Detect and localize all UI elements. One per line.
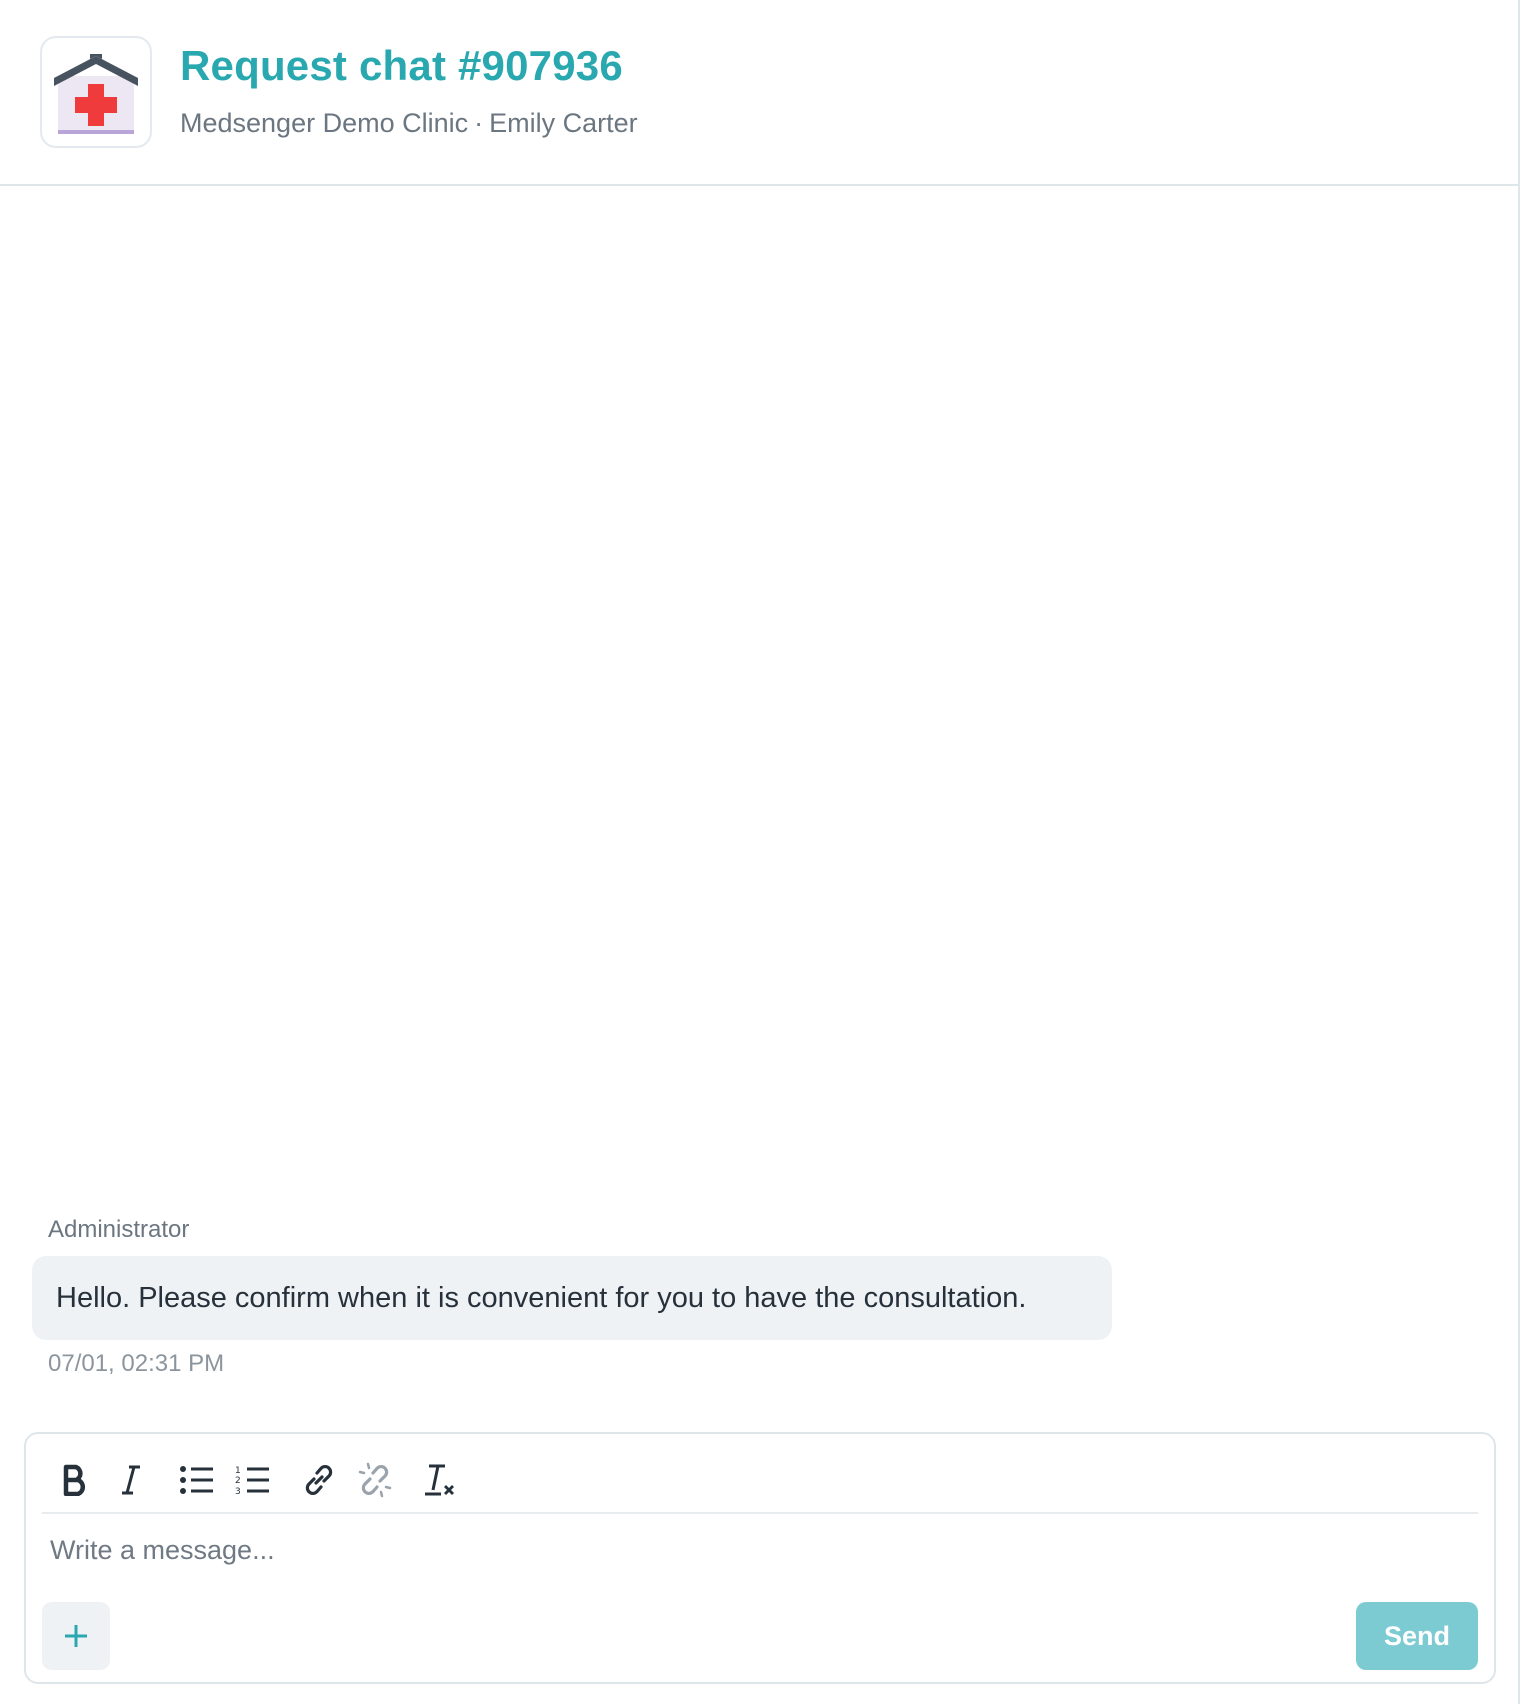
message-input[interactable] [50,1526,1470,1574]
message-bubble: Hello. Please confirm when it is conveni… [32,1256,1112,1340]
svg-text:2: 2 [235,1476,241,1486]
bold-icon[interactable] [52,1457,98,1503]
plus-icon [65,1625,87,1647]
chat-subtitle: Medsenger Demo Clinic · Emily Carter [180,108,638,139]
separator: · [474,108,484,138]
message-text: Hello. Please confirm when it is conveni… [56,1281,1027,1314]
send-button[interactable]: Send [1356,1602,1478,1670]
message-composer: 1 2 3 Write a message... Send [24,1432,1496,1684]
message-sender: Administrator [48,1216,190,1243]
link-icon[interactable] [296,1457,342,1503]
italic-icon[interactable] [108,1457,154,1503]
clear-format-icon[interactable] [418,1457,464,1503]
bullet-list-icon[interactable] [174,1457,220,1503]
hospital-icon [54,54,138,134]
numbered-list-icon[interactable]: 1 2 3 [230,1457,276,1503]
clinic-logo [40,36,152,148]
formatting-toolbar: 1 2 3 [42,1448,1478,1514]
page-title: Request chat #907936 [180,42,623,89]
add-attachment-button[interactable] [42,1602,110,1670]
clinic-name: Medsenger Demo Clinic [180,108,469,138]
message-timestamp: 07/01, 02:31 PM [48,1350,225,1377]
chat-header: Request chat #907936 Medsenger Demo Clin… [0,0,1518,186]
unlink-icon[interactable] [352,1457,398,1503]
svg-text:3: 3 [235,1487,241,1496]
chat-window: Request chat #907936 Medsenger Demo Clin… [0,0,1520,1704]
svg-text:1: 1 [235,1466,241,1476]
patient-name: Emily Carter [489,108,638,138]
